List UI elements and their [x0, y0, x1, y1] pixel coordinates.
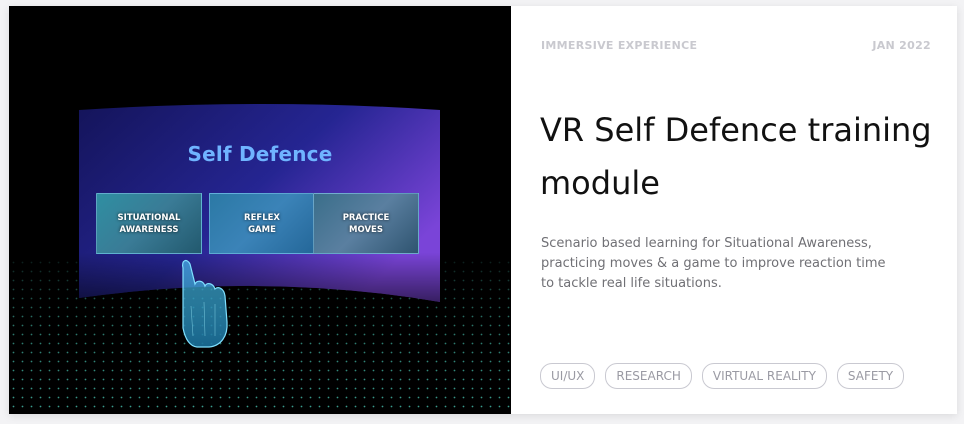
project-details: IMMERSIVE EXPERIENCE JAN 2022 VR Self De… [511, 6, 957, 414]
project-title[interactable]: VR Self Defence training module [540, 104, 940, 210]
project-category: IMMERSIVE EXPERIENCE [541, 39, 698, 52]
tag-list: UI/UX RESEARCH VIRTUAL REALITY SAFETY [540, 363, 905, 389]
tag-safety[interactable]: SAFETY [836, 363, 905, 389]
tag-ui-ux[interactable]: UI/UX [540, 363, 596, 389]
tag-research[interactable]: RESEARCH [605, 363, 692, 389]
screen-title: Self Defence [187, 142, 333, 166]
tile-reflex-game: REFLEX GAME [209, 193, 315, 254]
project-card[interactable]: Self Defence SITUATIONAL AWARENESS REFLE… [9, 6, 957, 414]
tile-practice-moves: PRACTICE MOVES [313, 193, 419, 254]
tile-situational-awareness: SITUATIONAL AWARENESS [96, 193, 202, 254]
project-description: Scenario based learning for Situational … [541, 236, 886, 291]
project-date: JAN 2022 [872, 39, 931, 52]
tag-virtual-reality[interactable]: VIRTUAL REALITY [701, 363, 827, 389]
project-hero-image: Self Defence SITUATIONAL AWARENESS REFLE… [9, 6, 511, 414]
